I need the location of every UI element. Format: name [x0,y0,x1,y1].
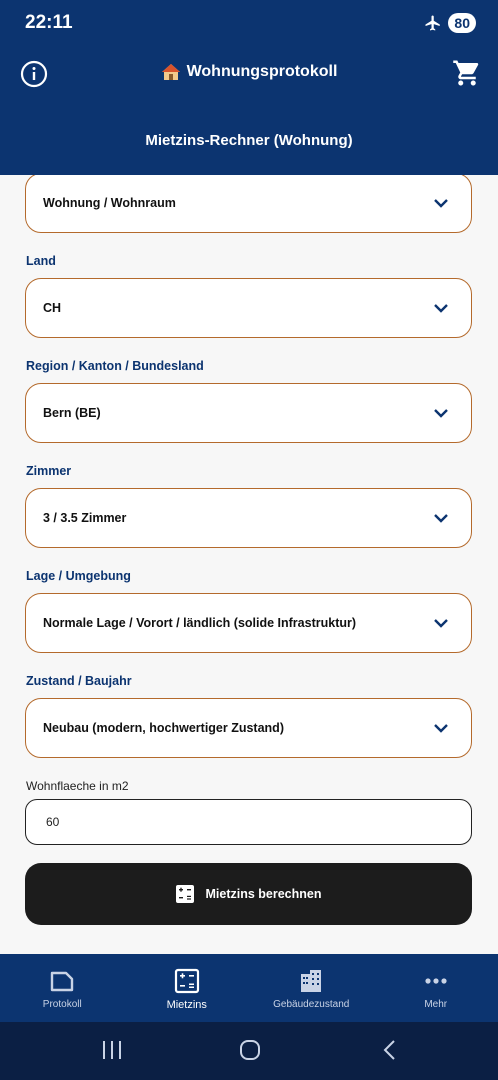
house-icon [161,64,180,80]
region-select-value: Bern (BE) [43,406,101,420]
back-icon[interactable] [378,1038,402,1062]
app-title: Wohnungsprotokoll [0,62,498,82]
chevron-down-icon [434,409,448,418]
nav-item-mehr[interactable]: Mehr [374,954,498,1022]
chevron-down-icon [434,724,448,733]
land-label: Land [26,254,56,268]
calculate-rent-label: Mietzins berechnen [205,887,322,901]
region-select[interactable]: Bern (BE) [25,383,472,443]
bottom-nav: Protokoll Mietzins Gebäudezustand Mehr [0,954,498,1022]
building-icon [301,970,322,992]
chevron-down-icon [434,304,448,313]
document-icon [51,971,74,992]
app-title-text: Wohnungsprotokoll [186,63,338,80]
app-header: Wohnungsprotokoll Mietzins-Rechner (Wohn… [0,48,498,175]
nav-item-gebaeudezustand[interactable]: Gebäudezustand [249,954,374,1022]
nav-label-protokoll: Protokoll [42,999,82,1010]
condition-select[interactable]: Neubau (modern, hochwertiger Zustand) [25,698,472,758]
region-label: Region / Kanton / Bundesland [26,359,204,373]
nav-item-mietzins[interactable]: Mietzins [125,954,250,1022]
status-bar: 22:11 80 [0,0,498,48]
rooms-select-value: 3 / 3.5 Zimmer [43,511,127,525]
chevron-down-icon [434,619,448,628]
nav-label-mehr: Mehr [424,999,448,1010]
chevron-down-icon [434,199,448,208]
calculate-rent-button[interactable]: Mietzins berechnen [25,863,472,925]
more-dots-icon [425,978,447,984]
system-nav-bar [0,1022,498,1080]
recent-apps-icon[interactable] [100,1038,124,1062]
type-select[interactable]: Wohnung / Wohnraum [25,175,472,233]
area-label: Wohnflaeche in m2 [26,779,129,793]
type-select-value: Wohnung / Wohnraum [43,196,176,210]
chevron-down-icon [434,514,448,523]
status-icons: 80 [424,13,476,33]
location-label: Lage / Umgebung [26,569,131,583]
battery-indicator: 80 [448,13,476,33]
land-select[interactable]: CH [25,278,472,338]
home-icon[interactable] [238,1038,262,1062]
form-content: Wohnung / Wohnraum Land CH Region / Kant… [0,175,498,954]
nav-item-protokoll[interactable]: Protokoll [0,954,125,1022]
land-select-value: CH [43,301,62,315]
rooms-select[interactable]: 3 / 3.5 Zimmer [25,488,472,548]
condition-select-value: Neubau (modern, hochwertiger Zustand) [43,721,284,735]
location-select-value: Normale Lage / Vorort / ländlich (solide… [43,616,357,630]
nav-label-gebaeudezustand: Gebäudezustand [273,999,350,1010]
nav-label-mietzins: Mietzins [166,999,207,1011]
cart-icon[interactable] [452,58,482,88]
condition-label: Zustand / Baujahr [26,674,132,688]
airplane-mode-icon [425,15,441,31]
calculator-icon [174,968,199,994]
rooms-label: Zimmer [26,464,72,478]
location-select[interactable]: Normale Lage / Vorort / ländlich (solide… [25,593,472,653]
calculator-icon [175,885,194,903]
status-time: 22:11 [25,12,73,33]
page-subtitle: Mietzins-Rechner (Wohnung) [145,132,353,149]
area-input[interactable]: 60 [25,799,472,845]
